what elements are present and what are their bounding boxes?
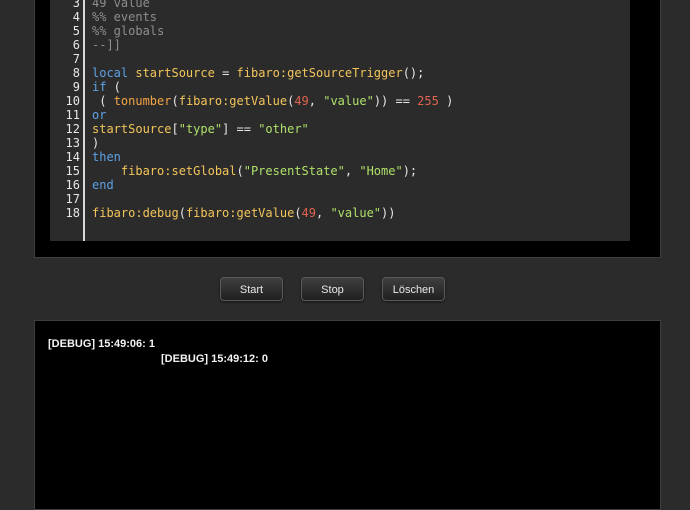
code-token: , [316,206,331,220]
line-number: 11 [65,108,80,122]
line-number: 5 [72,24,80,38]
debug-log-entry: [DEBUG] 15:49:12: 0 [161,353,268,365]
code-token: 49 value [92,0,150,10]
code-text: %% globals [92,24,164,38]
debug-log-entry: [DEBUG] 15:49:06: 1 [48,338,155,350]
code-token: ] == [222,122,259,136]
line-number: 4 [72,10,80,24]
code-token: or [92,108,107,122]
code-text: fibaro:setGlobal("PresentState", "Home")… [92,164,417,178]
code-token: "Home" [359,164,403,178]
line-number: 8 [72,66,80,80]
code-token: ( [92,94,114,108]
code-token: "other" [258,122,309,136]
code-text: 49 value [92,0,150,10]
code-text: local startSource = fibaro:getSourceTrig… [92,66,424,80]
code-text: %% events [92,10,157,24]
code-token: startSource [92,122,172,136]
code-token: end [92,178,114,192]
code-text: --]] [92,38,121,52]
code-token: , [308,94,324,108]
code-token: , [344,164,360,178]
line-number: 12 [65,122,80,136]
code-token: --]] [92,38,121,52]
code-text: ) [92,136,99,150]
code-token: %% events [92,10,158,24]
script-editor-panel: 3 49 value 4 %% events 5 %% globals 6 --]] 7 8 loc… [34,0,661,258]
line-number: 10 [65,94,80,108]
line-number: 7 [72,52,80,66]
code-token: 49 [294,94,309,108]
stop-button[interactable]: Stop [301,277,364,301]
code-token: "type" [178,122,223,136]
code-text: ( tonumber(fibaro:getValue(49, "value"))… [92,94,453,108]
line-number: 9 [72,80,80,94]
code-token: ) [92,136,100,150]
code-token: ( [171,94,179,108]
code-token: fibaro:getValue [178,94,288,108]
code-token: tonumber [113,94,172,108]
code-token: "value" [323,94,374,108]
code-token: [ [171,122,179,136]
line-number: 17 [65,192,80,206]
code-token: (); [402,66,425,80]
line-number: 13 [65,136,80,150]
code-token: ) [438,94,454,108]
code-token: ( [294,206,302,220]
code-token: local [92,66,129,80]
code-token: then [92,150,121,164]
code-text: startSource["type"] == "other" [92,122,309,136]
code-text: then [92,150,121,164]
code-token: if [92,80,107,94]
code-editor[interactable]: 3 49 value 4 %% events 5 %% globals 6 --]] 7 8 loc… [50,0,630,241]
code-token: fibaro:debug [92,206,179,220]
code-text: or [92,108,106,122]
code-token: fibaro:setGlobal [120,164,237,178]
code-token: fibaro:getValue [185,206,295,220]
line-number: 16 [65,178,80,192]
code-token: ( [106,80,121,94]
line-number: 14 [65,150,80,164]
code-token: = [214,66,237,80]
code-text: if ( [92,80,121,94]
code-token: )) == [373,94,418,108]
line-number: 15 [65,164,80,178]
line-number: 18 [65,206,80,220]
start-button[interactable]: Start [220,277,283,301]
code-text: fibaro:debug(fibaro:getValue(49, "value"… [92,206,395,220]
code-token: )) [381,206,396,220]
code-text: end [92,178,114,192]
debug-console: [DEBUG] 15:49:06: 1 [DEBUG] 15:49:12: 0 [34,320,661,510]
code-token: fibaro:getSourceTrigger [236,66,403,80]
line-number: 6 [72,38,80,52]
code-token: ( [178,206,186,220]
code-token: ( [236,164,244,178]
code-token: 49 [301,206,316,220]
code-token: %% globals [92,24,165,38]
code-token: "value" [330,206,382,220]
code-token: ); [402,164,418,178]
code-token: startSource [135,66,215,80]
line-number: 3 [72,0,80,10]
clear-button[interactable]: Löschen [382,277,445,301]
code-token: "PresentState" [243,164,345,178]
code-token: 255 [417,94,439,108]
